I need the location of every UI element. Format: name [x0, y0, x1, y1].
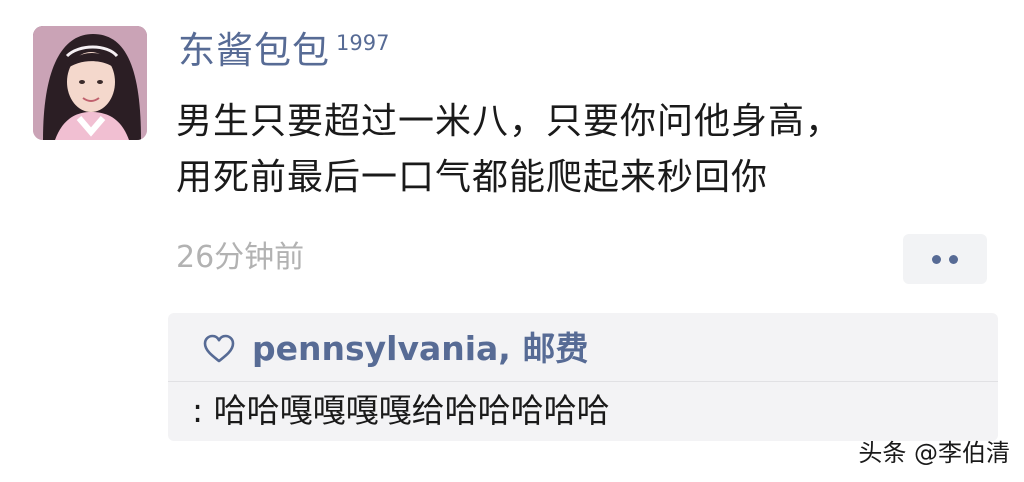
post-text-line-2: 用死前最后一口气都能爬起来秒回你: [176, 157, 769, 198]
author-name[interactable]: 东酱包包: [178, 24, 330, 78]
likes-row: pennsylvania, 邮费: [202, 323, 588, 375]
comment-text[interactable]: : 哈哈嘎嘎嘎嘎给哈哈哈哈哈: [192, 385, 610, 437]
post-text-line-1: 男生只要超过一米八，只要你问他身高，: [176, 101, 843, 142]
post-time: 26分钟前: [176, 240, 305, 275]
watermark: 头条 @李伯清: [858, 439, 1010, 467]
avatar[interactable]: [33, 26, 147, 140]
heart-icon: [203, 334, 235, 363]
more-button[interactable]: [903, 234, 987, 284]
author-row: 东酱包包 1997: [178, 24, 389, 78]
more-dot-icon: [932, 254, 941, 264]
author-tag: 1997: [336, 31, 390, 55]
post-text: 男生只要超过一米八，只要你问他身高， 用死前最后一口气都能爬起来秒回你: [176, 94, 996, 206]
likes-names[interactable]: pennsylvania, 邮费: [252, 323, 588, 375]
interaction-box: pennsylvania, 邮费 : 哈哈嘎嘎嘎嘎给哈哈哈哈哈: [168, 313, 998, 441]
avatar-photo-icon: [33, 26, 147, 140]
more-dot-icon: [949, 254, 958, 264]
divider: [168, 381, 998, 382]
